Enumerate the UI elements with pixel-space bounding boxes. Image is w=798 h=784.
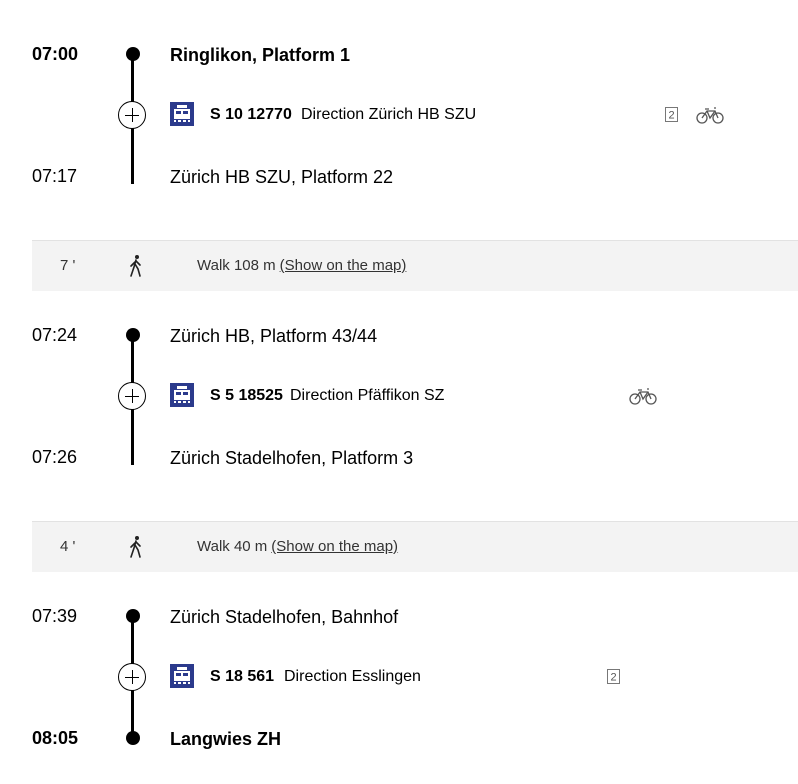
- walk-description: Walk 108 m (Show on the map): [197, 257, 406, 275]
- departure-time: 07:00: [32, 44, 79, 64]
- departure-stop: Zürich Stadelhofen, Bahnhof: [170, 607, 399, 627]
- direction-label: Direction Zürich HB SZU: [301, 106, 477, 123]
- walk-distance: Walk 40 m: [197, 538, 268, 555]
- expand-stops-button[interactable]: [118, 101, 146, 129]
- arrival-stop: Zürich Stadelhofen, Platform 3: [170, 448, 414, 468]
- arrival-time: 08:05: [32, 728, 79, 748]
- direction-label: Direction Esslingen: [284, 668, 421, 685]
- line-number: S 5 18525: [210, 387, 283, 404]
- line-number: S 10 12770: [210, 106, 292, 123]
- expand-stops-button[interactable]: [118, 382, 146, 410]
- departure-time: 07:24: [32, 325, 78, 345]
- walk-duration: 4 ': [60, 538, 76, 555]
- arrival-stop-dot: [126, 731, 140, 745]
- walk-duration: 7 ': [60, 257, 76, 274]
- train-icon: [170, 102, 194, 126]
- pedestrian-icon: [130, 255, 141, 277]
- departure-stop: Zürich HB, Platform 43/44: [170, 326, 378, 346]
- svg-text:2: 2: [668, 110, 674, 122]
- walk-transfer-2: 4 ' Walk 40 m (Show on the map): [32, 521, 798, 572]
- train-icon: [170, 664, 194, 688]
- show-on-map-link[interactable]: (Show on the map): [280, 257, 407, 274]
- walk-distance: Walk 108 m: [197, 257, 276, 274]
- svg-text:2: 2: [610, 672, 616, 684]
- arrival-stop: Langwies ZH: [170, 729, 282, 749]
- arrival-time: 07:26: [32, 447, 78, 467]
- second-class-icon: 2: [665, 107, 678, 122]
- show-on-map-link[interactable]: (Show on the map): [271, 538, 398, 555]
- walk-transfer-1: 7 ' Walk 108 m (Show on the map): [32, 240, 798, 291]
- line-number: S 18 561: [210, 668, 275, 685]
- bicycle-icon: [629, 388, 657, 405]
- expand-stops-button[interactable]: [118, 663, 146, 691]
- bicycle-icon: [696, 107, 724, 124]
- pedestrian-icon: [130, 536, 141, 558]
- train-icon: [170, 383, 194, 407]
- departure-time: 07:39: [32, 606, 78, 626]
- second-class-icon: 2: [607, 669, 620, 684]
- direction-label: Direction Pfäffikon SZ: [290, 387, 445, 404]
- arrival-stop: Zürich HB SZU, Platform 22: [170, 167, 394, 187]
- arrival-time: 07:17: [32, 166, 78, 186]
- walk-description: Walk 40 m (Show on the map): [197, 538, 398, 556]
- departure-stop: Ringlikon, Platform 1: [170, 45, 351, 65]
